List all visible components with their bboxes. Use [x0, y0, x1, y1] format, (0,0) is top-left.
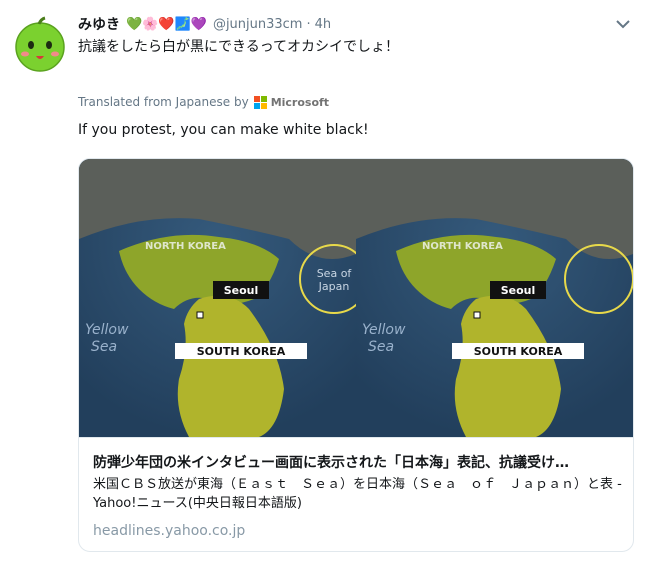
- card-image[interactable]: Sea of Japan NORTH KOREA Yellow Sea Seou…: [79, 159, 633, 437]
- translated-label: Translated from Japanese by: [78, 95, 249, 109]
- north-korea-label-right: NORTH KOREA: [422, 241, 503, 252]
- yellow-sea-label-right-line1: Yellow: [362, 322, 406, 338]
- translated-text: If you protest, you can make white black…: [78, 122, 369, 138]
- tweet-text: 抗議をしたら白が黒にできるってオカシイでしょ！: [78, 39, 400, 55]
- translation-provider: Microsoft: [270, 95, 330, 109]
- card-body[interactable]: 防弾少年団の米インタビュー画面に表示された「日本海」表記、抗議受け… 米国ＣＢＳ…: [79, 437, 633, 551]
- card-description: 米国ＣＢＳ放送が東海（Ｅａｓｔ Ｓｅａ）を日本海（Ｓｅａ ｏｆ Ｊａｐａｎ）と表…: [93, 477, 622, 511]
- seoul-label-right: Seoul: [501, 284, 536, 297]
- translation-attribution: Translated from Japanese by Microsoft: [78, 95, 329, 109]
- south-korea-label: SOUTH KOREA: [197, 345, 286, 358]
- map-right-panel: NORTH KOREA Yellow Sea Seoul SOUTH KOREA: [356, 159, 633, 437]
- chevron-down-icon[interactable]: [615, 18, 631, 30]
- sea-of-japan-label-line1: Sea of: [317, 267, 353, 280]
- card-domain: headlines.yahoo.co.jp: [93, 523, 246, 539]
- microsoft-logo-icon: [253, 95, 267, 109]
- tweet-header: みゆき 💚🌸❤️🗾💜 @junjun33cm · 4h: [78, 14, 618, 34]
- name-emoji: 💚🌸❤️🗾💜: [126, 16, 207, 32]
- user-handle[interactable]: @junjun33cm: [213, 17, 303, 32]
- map-left-panel: Sea of Japan NORTH KOREA Yellow Sea Seou…: [79, 159, 369, 437]
- sea-of-japan-label-line2: Japan: [318, 280, 350, 293]
- seoul-label: Seoul: [224, 284, 259, 297]
- yellow-sea-label-line1: Yellow: [85, 322, 129, 338]
- separator-dot: ·: [306, 16, 311, 32]
- yellow-sea-label-right-line2: Sea: [368, 339, 394, 355]
- south-korea-label-right: SOUTH KOREA: [474, 345, 563, 358]
- apple-avatar-icon: [12, 16, 68, 72]
- north-korea-label: NORTH KOREA: [145, 241, 226, 252]
- yellow-sea-label-line2: Sea: [91, 339, 117, 355]
- timestamp[interactable]: 4h: [315, 17, 332, 32]
- display-name[interactable]: みゆき: [78, 14, 120, 34]
- avatar[interactable]: [12, 16, 68, 72]
- link-card[interactable]: Sea of Japan NORTH KOREA Yellow Sea Seou…: [78, 158, 634, 552]
- card-title[interactable]: 防弾少年団の米インタビュー画面に表示された「日本海」表記、抗議受け…: [93, 452, 623, 472]
